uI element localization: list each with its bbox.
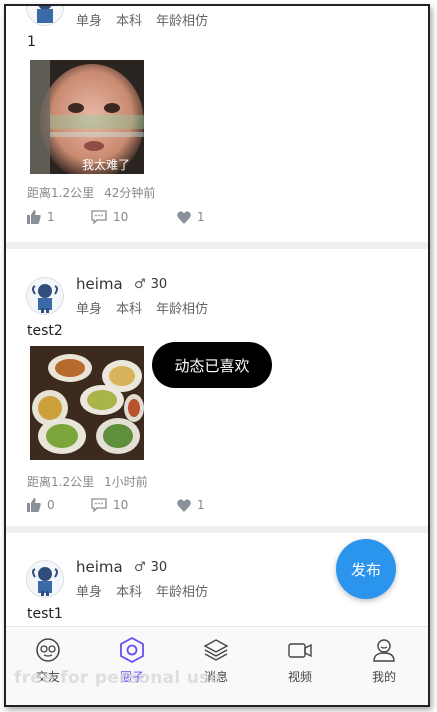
user-profile-icon: [373, 639, 395, 662]
post-divider: [6, 242, 428, 249]
post-actions: 1 10 1: [27, 209, 407, 225]
username[interactable]: heima: [76, 275, 123, 293]
post-image[interactable]: 我太难了: [30, 60, 144, 174]
love-button[interactable]: 1: [177, 209, 205, 225]
username[interactable]: heima: [76, 558, 123, 576]
user-tags: 单身 本科 年龄相仿: [76, 14, 209, 29]
image-caption: 我太难了: [82, 157, 130, 172]
like-button[interactable]: 1: [27, 209, 55, 225]
user-tags: 单身 本科 年龄相仿: [76, 585, 209, 600]
post-distance: 距离1.2公里: [27, 186, 95, 200]
post-distance: 距离1.2公里: [27, 475, 95, 489]
user-avatar[interactable]: [26, 277, 64, 315]
post-text: test2: [27, 323, 63, 339]
post-text: 1: [27, 34, 36, 50]
user-tags: 单身 本科 年龄相仿: [76, 302, 209, 317]
bottom-tab-bar: 交友 圈子 消息 视频 我的: [6, 626, 428, 705]
comment-icon: [91, 498, 107, 512]
post-time: 42分钟前: [104, 186, 156, 200]
user-avatar[interactable]: [26, 6, 64, 26]
feed-screen: 单身 本科 年龄相仿 1 我太难了 距离1.2公里 42分钟前 1 10 1 h…: [6, 6, 428, 705]
male-icon: ♂: [134, 560, 146, 575]
watermark-text: free for personal use: [14, 668, 222, 688]
comment-icon: [91, 210, 107, 224]
post-meta: 距离1.2公里 42分钟前: [27, 184, 165, 201]
thumbs-up-icon: [27, 498, 41, 512]
heart-icon: [177, 211, 191, 224]
post-card[interactable]: 单身 本科 年龄相仿 1 我太难了 距离1.2公里 42分钟前 1 10 1: [6, 6, 428, 242]
post-image[interactable]: [30, 346, 144, 460]
post-actions: 0 10 1: [27, 497, 407, 513]
user-avatar[interactable]: [26, 560, 64, 598]
post-text: test1: [27, 606, 63, 622]
phone-frame: 单身 本科 年龄相仿 1 我太难了 距离1.2公里 42分钟前 1 10 1 h…: [4, 4, 430, 707]
toast-message: 动态已喜欢: [152, 342, 272, 388]
hexagon-circle-icon: [120, 637, 144, 663]
layers-icon: [203, 639, 229, 661]
comment-button[interactable]: 10: [91, 497, 128, 513]
like-button[interactable]: 0: [27, 497, 55, 513]
publish-button[interactable]: 发布: [336, 539, 396, 599]
heart-icon: [177, 499, 191, 512]
post-divider: [6, 526, 428, 533]
comment-button[interactable]: 10: [91, 209, 128, 225]
gender-age: ♂ 30: [134, 277, 168, 292]
male-icon: ♂: [134, 277, 146, 292]
video-camera-icon: [288, 643, 312, 658]
love-button[interactable]: 1: [177, 497, 205, 513]
tab-profile[interactable]: 我的: [342, 627, 426, 687]
gender-age: ♂ 30: [134, 560, 168, 575]
post-meta: 距离1.2公里 1小时前: [27, 473, 158, 490]
tab-video[interactable]: 视频: [258, 627, 342, 687]
chat-bubble-icon: [36, 638, 60, 662]
post-time: 1小时前: [104, 475, 148, 489]
thumbs-up-icon: [27, 210, 41, 224]
